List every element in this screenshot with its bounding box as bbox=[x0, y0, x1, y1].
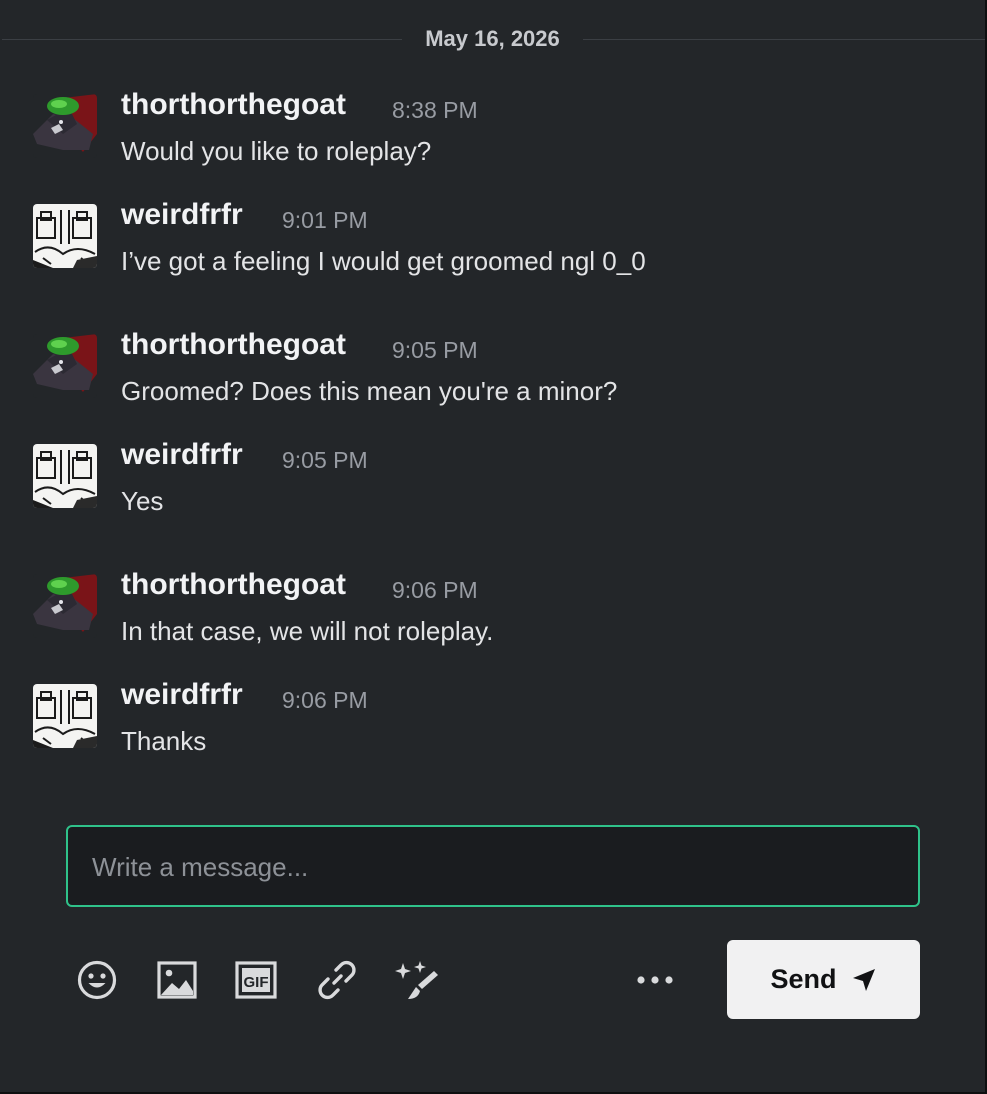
date-divider: May 16, 2026 bbox=[0, 20, 987, 60]
more-options-button[interactable] bbox=[630, 958, 680, 1002]
gif-label: GIF bbox=[244, 974, 269, 991]
send-label: Send bbox=[770, 964, 837, 994]
send-arrow-icon bbox=[852, 968, 875, 991]
gif-icon[interactable]: GIF bbox=[234, 958, 278, 1002]
message-timestamp: 9:05 PM bbox=[392, 337, 478, 363]
message-text: Groomed? Does this mean you're a minor? bbox=[121, 376, 618, 406]
sketch-drawing-avatar-icon[interactable] bbox=[33, 444, 97, 508]
link-icon[interactable] bbox=[315, 958, 359, 1002]
message-username[interactable]: thorthorthegoat bbox=[121, 328, 346, 362]
emoji-icon[interactable] bbox=[75, 958, 119, 1002]
message-item: weirdfrfr 9:06 PM Thanks bbox=[0, 678, 987, 784]
message-username[interactable]: weirdfrfr bbox=[121, 438, 243, 472]
message-composer bbox=[66, 825, 920, 907]
message-username[interactable]: thorthorthegoat bbox=[121, 88, 346, 122]
sketch-drawing-avatar-icon[interactable] bbox=[33, 204, 97, 268]
message-timestamp: 9:01 PM bbox=[282, 207, 368, 233]
message-timestamp: 9:06 PM bbox=[282, 687, 368, 713]
message-item: thorthorthegoat 8:38 PM Would you like t… bbox=[0, 88, 987, 194]
message-item: thorthorthegoat 9:05 PM Groomed? Does th… bbox=[0, 328, 987, 434]
sketch-drawing-avatar-icon[interactable] bbox=[33, 684, 97, 748]
message-username[interactable]: thorthorthegoat bbox=[121, 568, 346, 602]
message-username[interactable]: weirdfrfr bbox=[121, 678, 243, 712]
message-text: In that case, we will not roleplay. bbox=[121, 616, 494, 646]
message-username[interactable]: weirdfrfr bbox=[121, 198, 243, 232]
message-timestamp: 8:38 PM bbox=[392, 97, 478, 123]
divider-line-left bbox=[2, 39, 402, 40]
message-text: Would you like to roleplay? bbox=[121, 136, 432, 166]
date-divider-label: May 16, 2026 bbox=[425, 26, 560, 51]
message-timestamp: 9:06 PM bbox=[392, 577, 478, 603]
divider-line-right bbox=[583, 39, 985, 40]
goat-character-avatar-icon[interactable] bbox=[33, 94, 97, 158]
send-button[interactable]: Send bbox=[727, 940, 920, 1019]
message-text: Thanks bbox=[121, 726, 207, 756]
goat-character-avatar-icon[interactable] bbox=[33, 574, 97, 638]
message-item: thorthorthegoat 9:06 PM In that case, we… bbox=[0, 568, 987, 674]
image-icon[interactable] bbox=[155, 958, 199, 1002]
message-item: weirdfrfr 9:01 PM I’ve got a feeling I w… bbox=[0, 198, 987, 304]
goat-character-avatar-icon[interactable] bbox=[33, 334, 97, 398]
message-item: weirdfrfr 9:05 PM Yes bbox=[0, 438, 987, 544]
message-input[interactable] bbox=[90, 827, 894, 907]
chat-panel: May 16, 2026 thorthorthegoat 8:38 PM Wou… bbox=[0, 0, 987, 1094]
message-text: Yes bbox=[121, 486, 164, 516]
message-text: I’ve got a feeling I would get groomed n… bbox=[121, 246, 646, 276]
sparkle-brush-icon[interactable] bbox=[394, 958, 438, 1002]
more-icon bbox=[637, 976, 673, 984]
message-timestamp: 9:05 PM bbox=[282, 447, 368, 473]
